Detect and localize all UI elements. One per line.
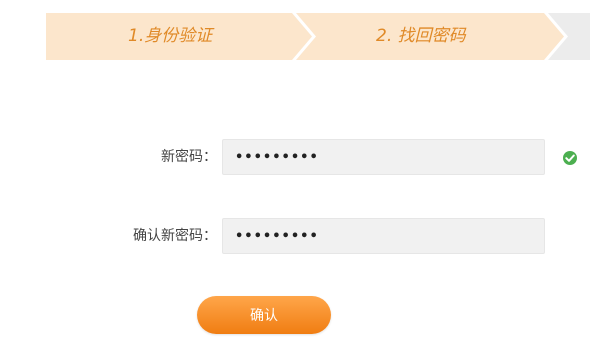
new-password-label: 新密码：	[161, 149, 217, 165]
confirm-password-label: 确认新密码：	[133, 228, 217, 244]
new-password-field[interactable]	[222, 139, 545, 175]
password-reset-page: 1.身份验证 2. 找回密码 新密码： 确认新密码： 确认	[0, 0, 590, 348]
check-circle-icon	[563, 151, 577, 165]
confirm-password-field[interactable]	[222, 218, 545, 254]
confirm-button[interactable]: 确认	[197, 296, 331, 334]
progress-steps: 1.身份验证 2. 找回密码	[46, 13, 590, 60]
step-1-label: 1.身份验证	[128, 26, 213, 46]
step-2-label: 2. 找回密码	[376, 26, 466, 46]
